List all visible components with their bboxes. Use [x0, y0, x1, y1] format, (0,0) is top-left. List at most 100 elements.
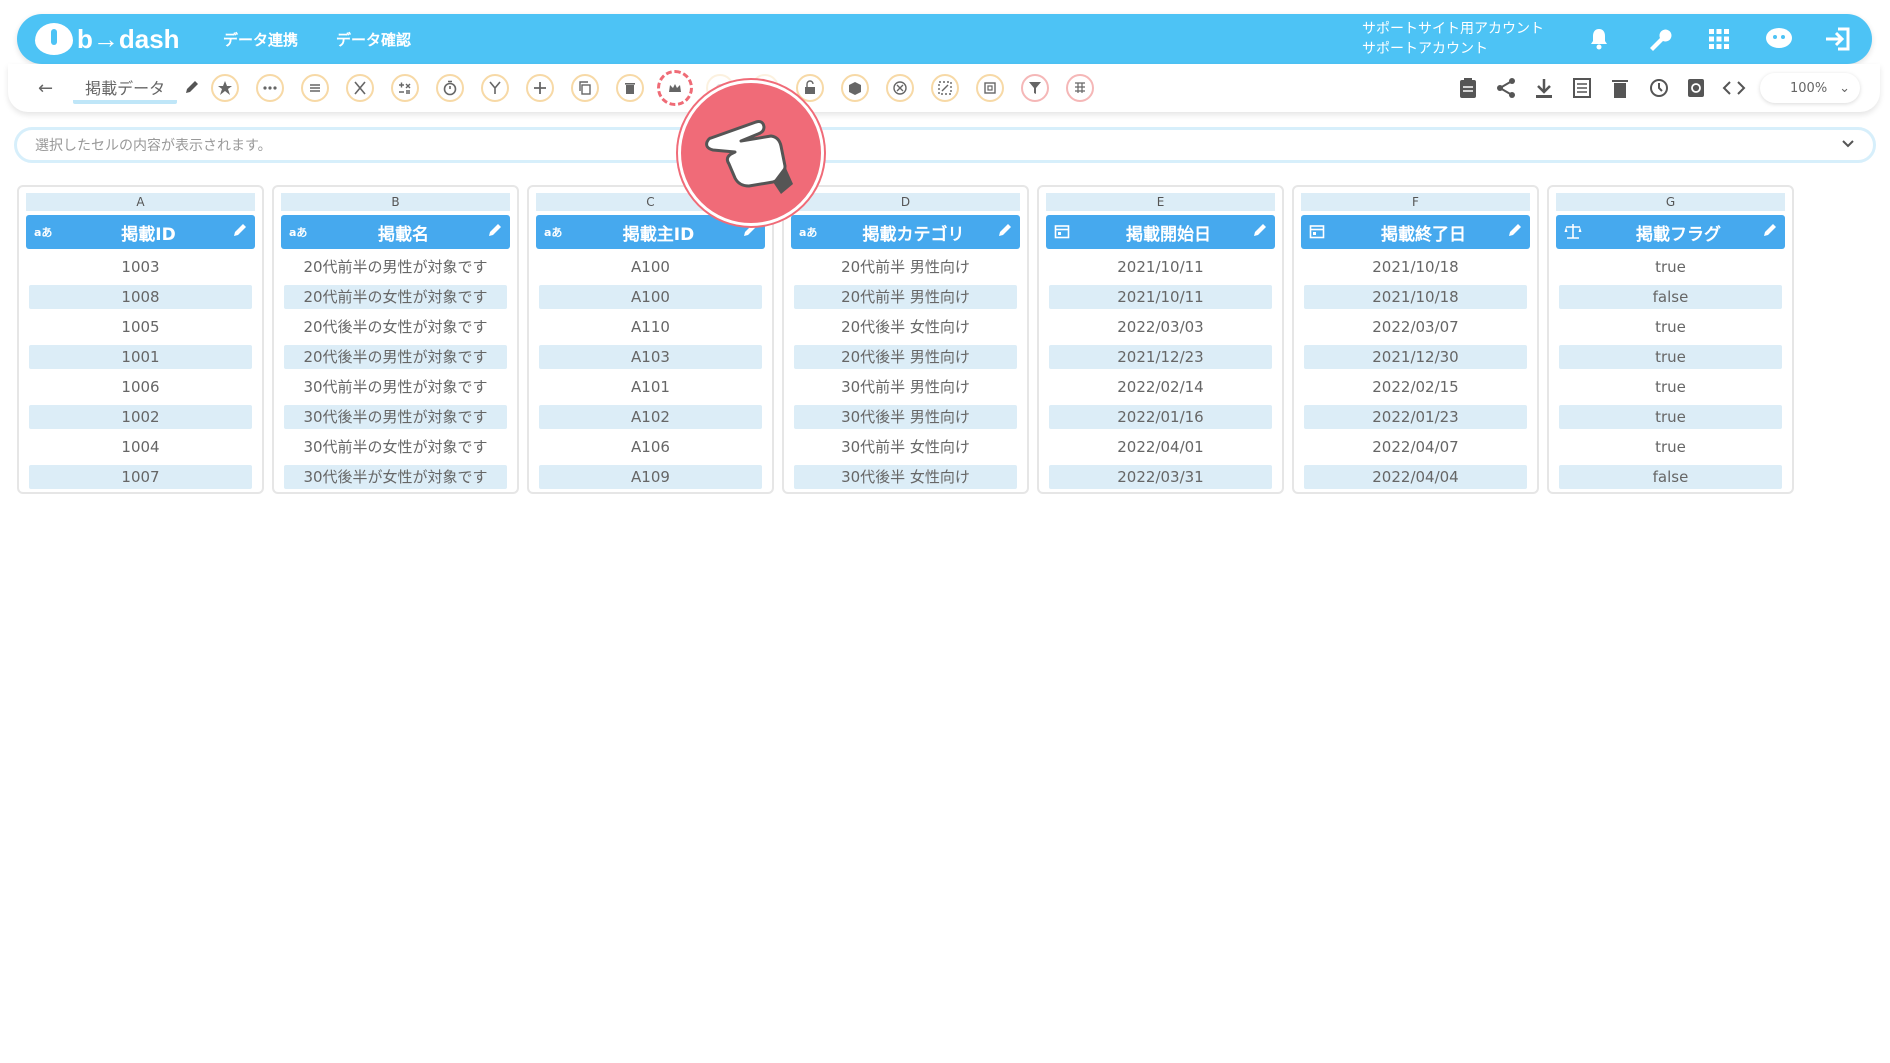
table-cell[interactable]: A109 — [539, 465, 762, 489]
table-cell[interactable]: 2022/02/15 — [1304, 375, 1527, 399]
lock-icon[interactable] — [796, 74, 825, 102]
table-cell[interactable]: 30代前半の女性が対象です — [284, 435, 507, 459]
table-cell[interactable]: 20代前半 男性向け — [794, 285, 1017, 309]
clipboard-icon[interactable] — [1456, 76, 1480, 100]
box-icon[interactable] — [841, 74, 870, 102]
frame-icon[interactable] — [976, 74, 1005, 102]
table-cell[interactable]: 2021/10/18 — [1304, 285, 1527, 309]
data-title-tab[interactable]: 掲載データ — [73, 73, 178, 104]
table-cell[interactable]: true — [1559, 405, 1782, 429]
table-cell[interactable]: true — [1559, 375, 1782, 399]
list-icon[interactable] — [301, 74, 330, 102]
column-c[interactable]: Caあ 掲載主ID A100 A100 A110 A103 A101 A102 A106 A109 — [527, 185, 774, 494]
column-header[interactable]: 掲載フラグ — [1556, 215, 1785, 249]
account-info[interactable]: サポートサイト用アカウント サポートアカウント — [1362, 19, 1544, 59]
table-cell[interactable]: A106 — [539, 435, 762, 459]
table-cell[interactable]: 2022/03/03 — [1049, 315, 1272, 339]
wrench-icon[interactable] — [1644, 24, 1674, 54]
column-b[interactable]: Baあ 掲載名 20代前半の男性が対象です 20代前半の女性が対象です 20代後半の女性… — [272, 185, 519, 494]
transform-icon[interactable] — [931, 74, 960, 102]
table-cell[interactable]: A100 — [539, 285, 762, 309]
rename-pencil-icon[interactable] — [185, 79, 199, 98]
column-letter[interactable]: F — [1301, 193, 1530, 211]
table-cell[interactable]: 1006 — [29, 375, 252, 399]
column-header[interactable]: 掲載終了日 — [1301, 215, 1530, 249]
chat-bot-icon[interactable] — [1764, 24, 1794, 54]
edit-pencil-icon[interactable] — [233, 222, 247, 242]
cancel-icon[interactable] — [886, 74, 915, 102]
table-cell[interactable]: A103 — [539, 345, 762, 369]
filter-icon[interactable] — [1021, 74, 1050, 102]
delete-icon[interactable] — [1608, 76, 1632, 100]
timer-icon[interactable] — [436, 74, 465, 102]
table-cell[interactable]: 1008 — [29, 285, 252, 309]
table-cell[interactable]: 1004 — [29, 435, 252, 459]
column-g[interactable]: G 掲載フラグ true false true true true true true false — [1547, 185, 1794, 494]
table-cell[interactable]: true — [1559, 345, 1782, 369]
table-cell[interactable]: 20代後半の女性が対象です — [284, 315, 507, 339]
grid-menu-icon[interactable] — [1704, 24, 1734, 54]
table-cell[interactable]: 20代後半 女性向け — [794, 315, 1017, 339]
table-cell[interactable]: false — [1559, 285, 1782, 309]
column-f[interactable]: F 掲載終了日 2021/10/18 2021/10/18 2022/03/07 2021… — [1292, 185, 1539, 494]
table-cell[interactable]: 2022/01/16 — [1049, 405, 1272, 429]
table-cell[interactable]: 2022/04/07 — [1304, 435, 1527, 459]
table-cell[interactable]: 2022/02/14 — [1049, 375, 1272, 399]
table-cell[interactable]: 2022/04/04 — [1304, 465, 1527, 489]
table-cell[interactable]: 20代後半の男性が対象です — [284, 345, 507, 369]
table-cell[interactable]: 20代前半 男性向け — [794, 255, 1017, 279]
table-cell[interactable]: 2022/04/01 — [1049, 435, 1272, 459]
column-header[interactable]: aあ 掲載名 — [281, 215, 510, 249]
table-cell[interactable]: 1003 — [29, 255, 252, 279]
column-letter[interactable]: E — [1046, 193, 1275, 211]
bdash-logo[interactable]: b→dash — [35, 23, 185, 55]
column-letter[interactable]: D — [791, 193, 1020, 211]
table-cell[interactable]: 1007 — [29, 465, 252, 489]
table-cell[interactable]: 2021/10/18 — [1304, 255, 1527, 279]
table-cell[interactable]: 1002 — [29, 405, 252, 429]
table-cell[interactable]: 20代後半 男性向け — [794, 345, 1017, 369]
scissors-icon[interactable] — [346, 74, 375, 102]
column-header[interactable]: 掲載開始日 — [1046, 215, 1275, 249]
table-cell[interactable]: 20代前半の男性が対象です — [284, 255, 507, 279]
star-icon[interactable] — [211, 74, 240, 102]
table-cell[interactable]: 2021/10/11 — [1049, 285, 1272, 309]
column-header[interactable]: aあ 掲載ID — [26, 215, 255, 249]
crown-icon[interactable] — [657, 70, 694, 106]
download-icon[interactable] — [1532, 76, 1556, 100]
table-cell[interactable]: A100 — [539, 255, 762, 279]
bell-icon[interactable] — [1584, 24, 1614, 54]
edit-pencil-icon[interactable] — [998, 222, 1012, 242]
table-cell[interactable]: 2022/03/07 — [1304, 315, 1527, 339]
column-a[interactable]: Aaあ 掲載ID 1003 1008 1005 1001 1006 1002 1004 1007 — [17, 185, 264, 494]
chevron-down-icon[interactable] — [1841, 137, 1855, 153]
column-letter[interactable]: G — [1556, 193, 1785, 211]
nav-data-check[interactable]: データ確認 — [336, 29, 411, 50]
table-cell[interactable]: 2022/03/31 — [1049, 465, 1272, 489]
edit-pencil-icon[interactable] — [488, 222, 502, 242]
table-cell[interactable]: 30代後半の男性が対象です — [284, 405, 507, 429]
back-arrow-icon[interactable]: ← — [38, 78, 53, 99]
table-cell[interactable]: true — [1559, 435, 1782, 459]
table-cell[interactable]: 2021/10/11 — [1049, 255, 1272, 279]
table-cell[interactable]: 2021/12/30 — [1304, 345, 1527, 369]
code-icon[interactable] — [1722, 76, 1746, 100]
column-letter[interactable]: A — [26, 193, 255, 211]
table-cell[interactable]: 20代前半の女性が対象です — [284, 285, 507, 309]
nav-data-integration[interactable]: データ連携 — [223, 29, 298, 50]
column-header[interactable]: aあ 掲載カテゴリ — [791, 215, 1020, 249]
table-cell[interactable]: 30代後半が女性が対象です — [284, 465, 507, 489]
column-e[interactable]: E 掲載開始日 2021/10/11 2021/10/11 2022/03/03 2021… — [1037, 185, 1284, 494]
merge-icon[interactable] — [481, 74, 510, 102]
table-cell[interactable]: 30代前半の男性が対象です — [284, 375, 507, 399]
zoom-select[interactable]: 100% ⌄ — [1760, 73, 1860, 103]
share-icon[interactable] — [1494, 76, 1518, 100]
table-cell[interactable]: 30代前半 女性向け — [794, 435, 1017, 459]
edit-pencil-icon[interactable] — [1253, 222, 1267, 242]
pivot-icon[interactable] — [1066, 74, 1095, 102]
table-cell[interactable]: A102 — [539, 405, 762, 429]
table-cell[interactable]: 30代後半 女性向け — [794, 465, 1017, 489]
table-cell[interactable]: false — [1559, 465, 1782, 489]
table-cell[interactable]: A110 — [539, 315, 762, 339]
cell-content-bar[interactable]: 選択したセルの内容が表示されます。 — [14, 127, 1876, 163]
